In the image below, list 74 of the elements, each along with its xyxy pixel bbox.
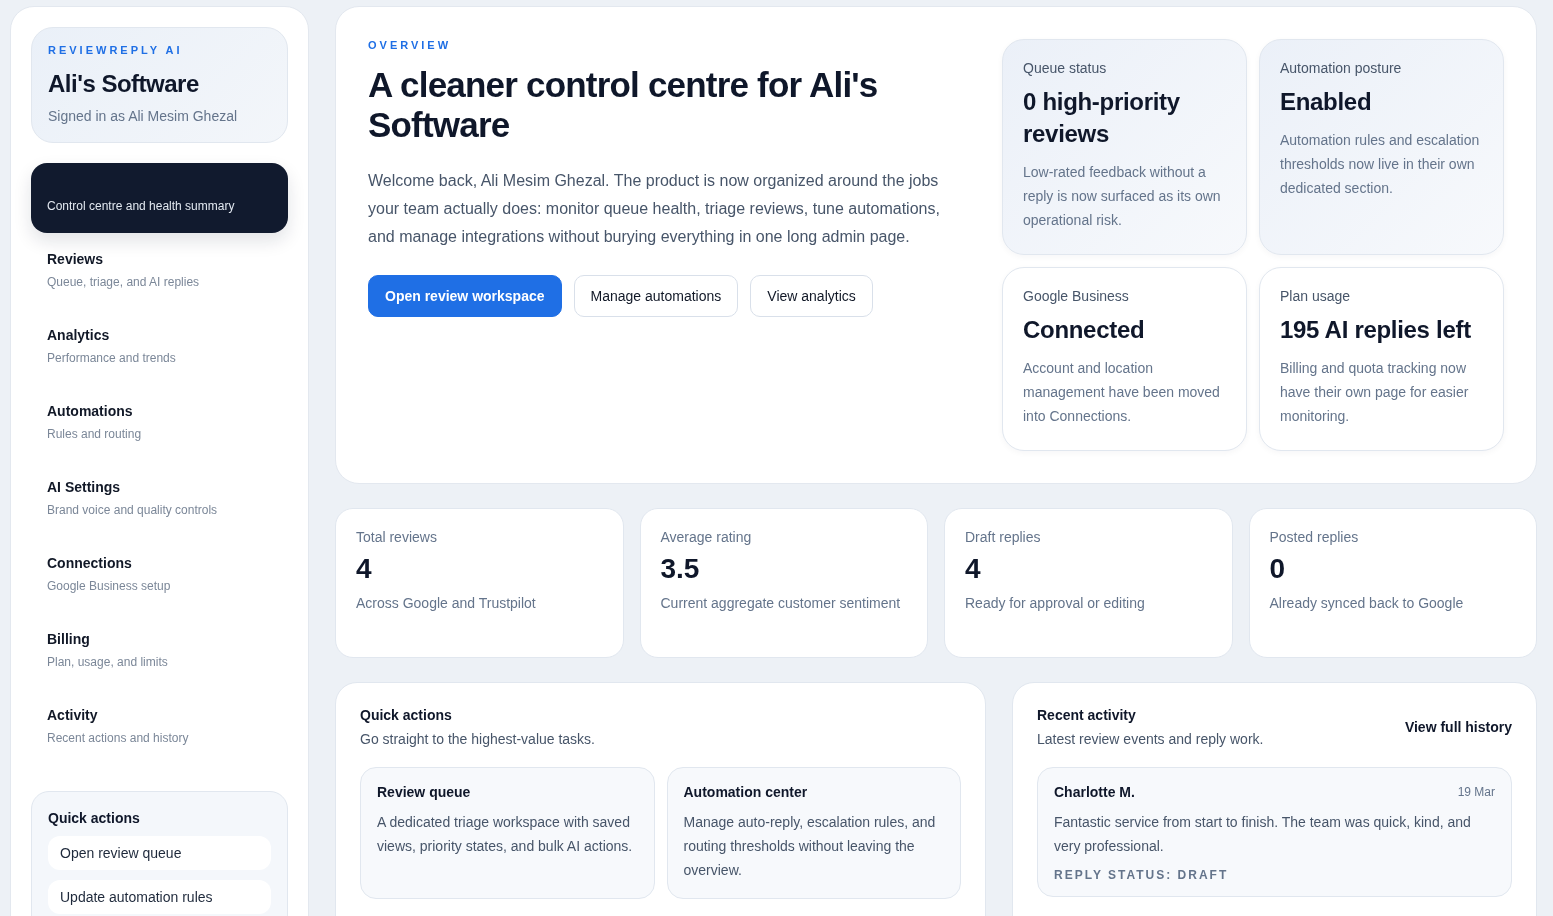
nav-label: Analytics: [47, 327, 111, 343]
nav-item[interactable]: Automations Rules and routing: [31, 389, 288, 461]
nav-item[interactable]: Connections Google Business setup: [31, 541, 288, 613]
nav-description: Brand voice and quality controls: [47, 503, 219, 517]
panel-subtitle: Latest review events and reply work.: [1037, 731, 1264, 747]
nav-label: Connections: [47, 555, 133, 571]
stat-label: Total reviews: [356, 529, 438, 545]
panel-title: Quick actions: [360, 707, 453, 723]
stat-note: Already synced back to Google: [1269, 594, 1465, 613]
nav-description: Recent actions and history: [47, 731, 190, 745]
nav-description: Plan, usage, and limits: [47, 655, 169, 669]
action-title: Automation center: [683, 784, 809, 800]
nav-label: Activity: [47, 707, 99, 723]
nav-item[interactable]: Billing Plan, usage, and limits: [31, 617, 288, 689]
primary-button[interactable]: Open review workspace: [368, 275, 562, 317]
reviewer-name: Charlotte M.: [1054, 784, 1135, 800]
stat-value: 0: [1269, 553, 1287, 585]
nav-item[interactable]: Activity Recent actions and history: [31, 693, 288, 765]
quick-actions-title: Quick actions: [48, 810, 141, 826]
secondary-button[interactable]: View analytics: [750, 275, 873, 317]
overview-intro: Welcome back, Ali Mesim Ghezal. The product is now organized around the jobs your team actually does: monitor queue health, triage reviews, tune automations, and manage integrations without burying everything in one long admin page.: [368, 171, 941, 247]
tile-label: Plan usage: [1280, 288, 1352, 304]
panel-title: Recent activity: [1037, 707, 1137, 723]
action-card[interactable]: Review queue A dedicated triage workspace with saved views, priority states, and bulk AI actions.: [360, 767, 655, 899]
stat-value: 3.5: [660, 553, 701, 585]
nav-item[interactable]: Analytics Performance and trends: [31, 313, 288, 385]
tile-value: 0 high-priority reviews: [1023, 87, 1181, 149]
action-title: Review queue: [377, 784, 472, 800]
overview-eyebrow: OVERVIEW: [368, 39, 453, 51]
quick-action-button[interactable]: Open review queue: [48, 836, 271, 870]
reply-status: REPLY STATUS: DRAFT: [1054, 868, 1230, 882]
nav-description: Queue, triage, and AI replies: [47, 275, 201, 289]
nav-item[interactable]: AI Settings Brand voice and quality controls: [31, 465, 288, 537]
nav-description: Control centre and health summary: [47, 199, 236, 213]
review-text: Fantastic service from start to finish. The team was quick, kind, and very professional.: [1054, 813, 1472, 856]
stat-label: Draft replies: [965, 529, 1042, 545]
stat-value: 4: [965, 553, 982, 585]
tile-value: Connected: [1023, 315, 1146, 345]
action-card[interactable]: Automation center Manage auto-reply, escalation rules, and routing thresholds without leaving the overview.: [666, 767, 961, 899]
stat-note: Across Google and Trustpilot: [356, 594, 537, 613]
tile-label: Google Business: [1023, 288, 1130, 304]
nav-item[interactable]: Control centre and health summary: [31, 163, 288, 233]
stat-label: Posted replies: [1269, 529, 1360, 545]
overview-title: A cleaner control centre for Ali's Software: [368, 65, 879, 145]
tile-value: 195 AI replies left: [1280, 315, 1472, 345]
nav-description: Performance and trends: [47, 351, 177, 365]
history-link[interactable]: View full history: [1404, 719, 1512, 735]
nav-label: Billing: [47, 631, 91, 647]
nav-label: Reviews: [47, 251, 105, 267]
tile-label: Queue status: [1023, 60, 1108, 76]
tile-label: Automation posture: [1280, 60, 1403, 76]
action-description: A dedicated triage workspace with saved views, priority states, and bulk AI actions.: [377, 813, 634, 856]
tile-note: Low-rated feedback without a reply is now surfaced as its own operational risk.: [1023, 163, 1222, 230]
stat-label: Average rating: [660, 529, 753, 545]
secondary-button[interactable]: Manage automations: [573, 275, 739, 317]
tile-note: Automation rules and escalation thresholds now live in their own dedicated section.: [1280, 131, 1481, 198]
tile-value: Enabled: [1280, 87, 1373, 117]
nav-description: Google Business setup: [47, 579, 172, 593]
review-date: 19 Mar: [1457, 785, 1495, 799]
action-description: Manage auto-reply, escalation rules, and routing thresholds without leaving the overview.: [683, 813, 937, 880]
workspace-title: Ali's Software: [48, 70, 200, 98]
nav-description: Rules and routing: [47, 427, 143, 441]
nav-label: Automations: [47, 403, 134, 419]
nav-item[interactable]: Reviews Queue, triage, and AI replies: [31, 237, 288, 309]
signed-in-text: Signed in as Ali Mesim Ghezal: [48, 108, 239, 124]
stat-note: Ready for approval or editing: [965, 594, 1146, 613]
tile-note: Billing and quota tracking now have their own page for easier monitoring.: [1280, 359, 1470, 426]
tile-note: Account and location management have been moved into Connections.: [1023, 359, 1221, 426]
stat-note: Current aggregate customer sentiment: [660, 594, 902, 613]
brand-eyebrow: REVIEWREPLY AI: [48, 44, 184, 56]
panel-subtitle: Go straight to the highest-value tasks.: [360, 731, 596, 747]
stat-value: 4: [356, 553, 373, 585]
nav-label: AI Settings: [47, 479, 122, 495]
quick-action-button[interactable]: Update automation rules: [48, 880, 271, 914]
